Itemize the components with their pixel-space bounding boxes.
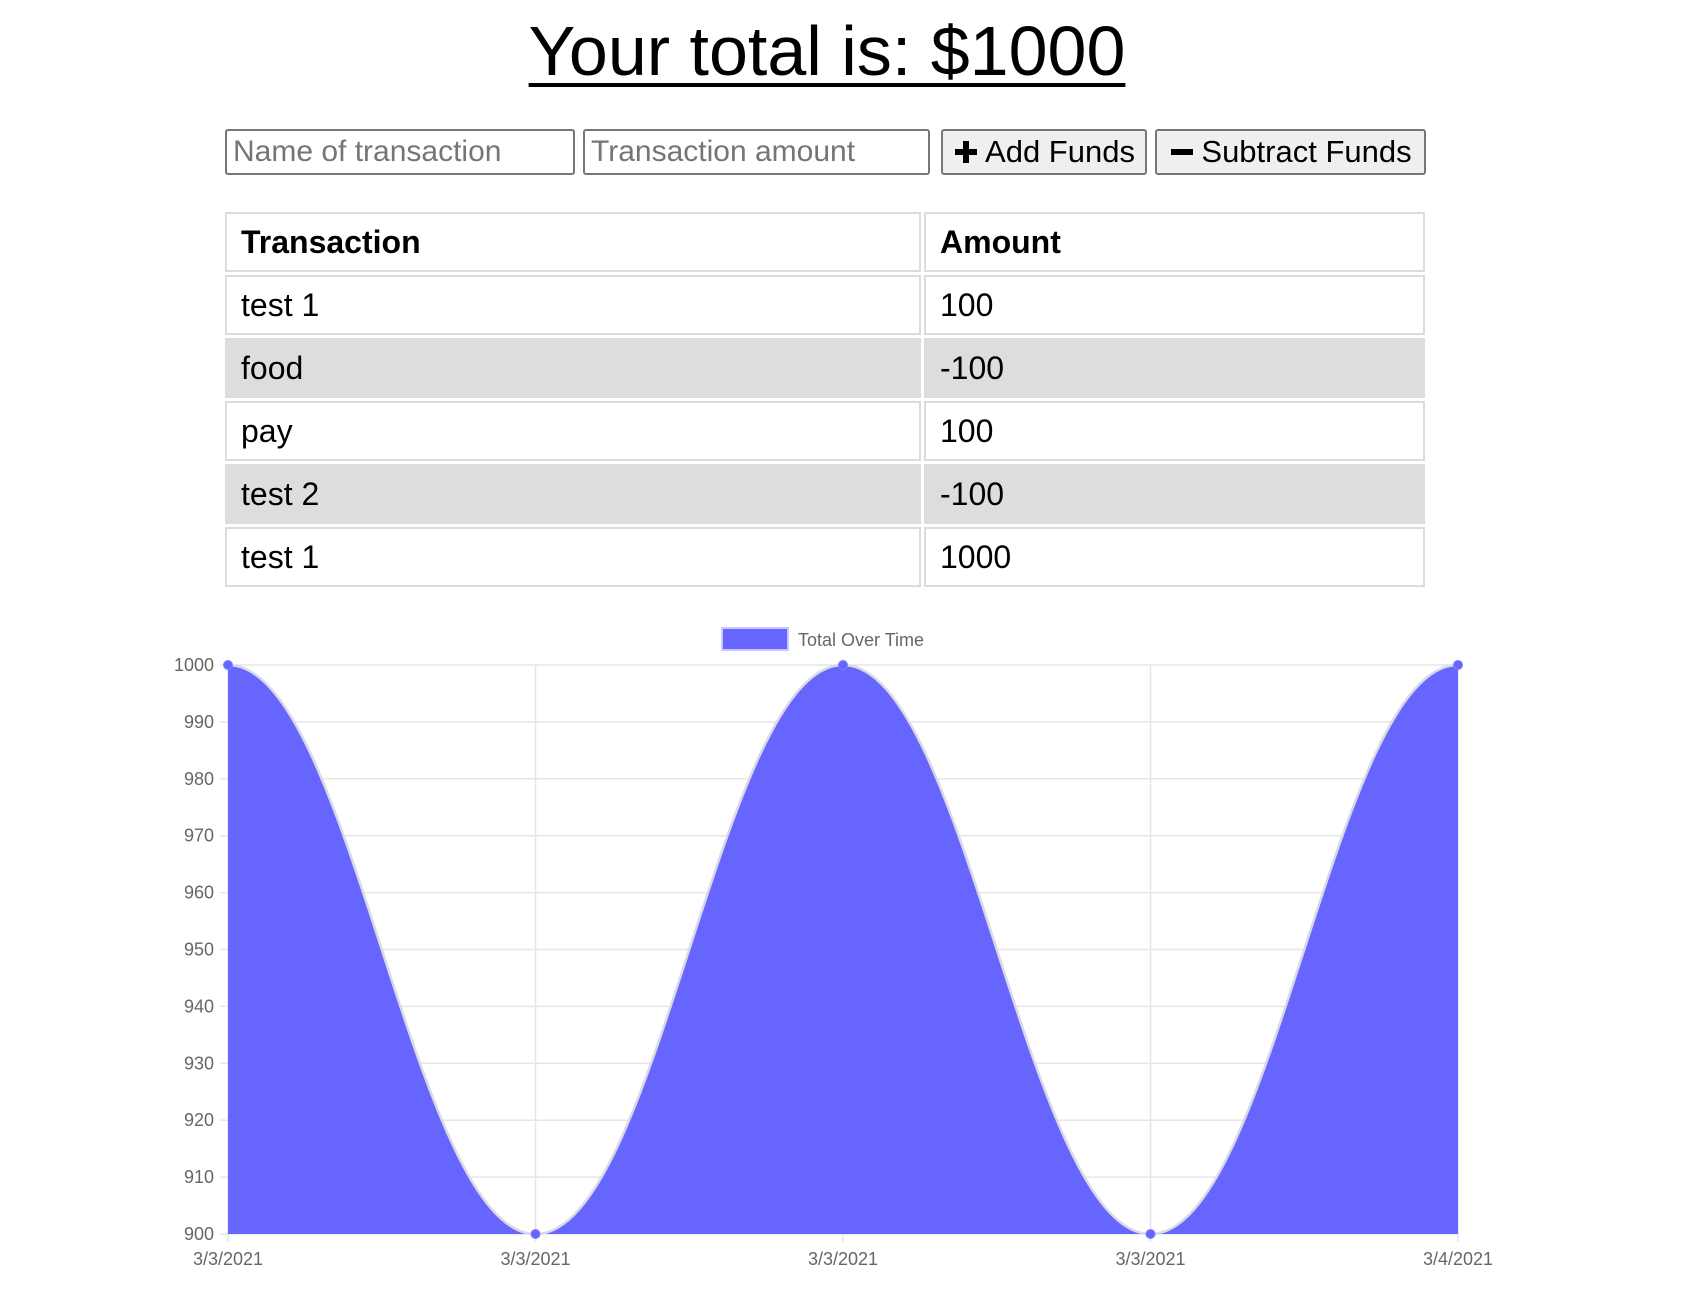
transaction-amount-cell: -100: [924, 338, 1425, 398]
transaction-amount-input[interactable]: [583, 129, 930, 175]
y-tick-label: 900: [184, 1224, 214, 1244]
y-tick-label: 950: [184, 940, 214, 960]
transaction-name-cell: food: [225, 338, 921, 398]
x-tick-label: 3/3/2021: [500, 1249, 570, 1269]
y-tick-label: 930: [184, 1053, 214, 1073]
data-point[interactable]: [1453, 660, 1463, 670]
transaction-name-cell: test 1: [225, 275, 921, 335]
table-row: food -100: [225, 338, 1425, 398]
transaction-amount-cell: -100: [924, 464, 1425, 524]
legend-label: Total Over Time: [798, 630, 924, 650]
table-row: test 1 100: [225, 275, 1425, 335]
add-funds-button[interactable]: Add Funds: [941, 129, 1147, 175]
chart-legend: Total Over Time: [721, 627, 924, 651]
table-row: pay 100: [225, 401, 1425, 461]
transaction-amount-cell: 100: [924, 401, 1425, 461]
table-row: test 2 -100: [225, 464, 1425, 524]
x-tick-label: 3/3/2021: [1115, 1249, 1185, 1269]
subtract-funds-label: Subtract Funds: [1201, 134, 1412, 169]
y-tick-label: 970: [184, 826, 214, 846]
transaction-name-cell: pay: [225, 401, 921, 461]
table-header-row: Transaction Amount: [225, 212, 1425, 272]
subtract-funds-button[interactable]: Subtract Funds: [1155, 129, 1426, 175]
y-tick-label: 1000: [174, 655, 214, 675]
transaction-name-cell: test 2: [225, 464, 921, 524]
y-tick-label: 940: [184, 996, 214, 1016]
budget-page: Your total is: $1000 Add Funds Subtract …: [0, 0, 1702, 1294]
y-tick-label: 920: [184, 1110, 214, 1130]
transaction-column-header: Transaction: [225, 212, 921, 272]
transaction-amount-cell: 1000: [924, 527, 1425, 587]
y-tick-label: 910: [184, 1167, 214, 1187]
x-tick-label: 3/3/2021: [193, 1249, 263, 1269]
transactions-table: Transaction Amount test 1 100 food -100 …: [222, 209, 1428, 590]
data-point[interactable]: [838, 660, 848, 670]
plus-icon: [953, 139, 979, 165]
y-tick-label: 980: [184, 769, 214, 789]
data-point[interactable]: [223, 660, 233, 670]
legend-swatch[interactable]: [721, 627, 789, 651]
x-tick-label: 3/3/2021: [808, 1249, 878, 1269]
data-point[interactable]: [530, 1229, 541, 1239]
transaction-name-cell: test 1: [225, 527, 921, 587]
minus-icon: [1169, 139, 1195, 165]
total-over-time-chart: 900 910 920 930 940 950 960 970 980 990 1000 3/3/20…: [0, 620, 1702, 1294]
total-heading: Your total is: $1000: [528, 12, 1126, 90]
y-tick-label: 990: [184, 712, 214, 732]
amount-column-header: Amount: [924, 212, 1425, 272]
chart-canvas: 900 910 920 930 940 950 960 970 980 990 1000 3/3/20…: [174, 627, 1493, 1269]
data-point[interactable]: [1145, 1229, 1156, 1239]
add-funds-label: Add Funds: [985, 134, 1135, 169]
x-tick-label: 3/4/2021: [1423, 1249, 1493, 1269]
table-row: test 1 1000: [225, 527, 1425, 587]
transaction-name-input[interactable]: [225, 129, 575, 175]
y-tick-label: 960: [184, 883, 214, 903]
transaction-amount-cell: 100: [924, 275, 1425, 335]
